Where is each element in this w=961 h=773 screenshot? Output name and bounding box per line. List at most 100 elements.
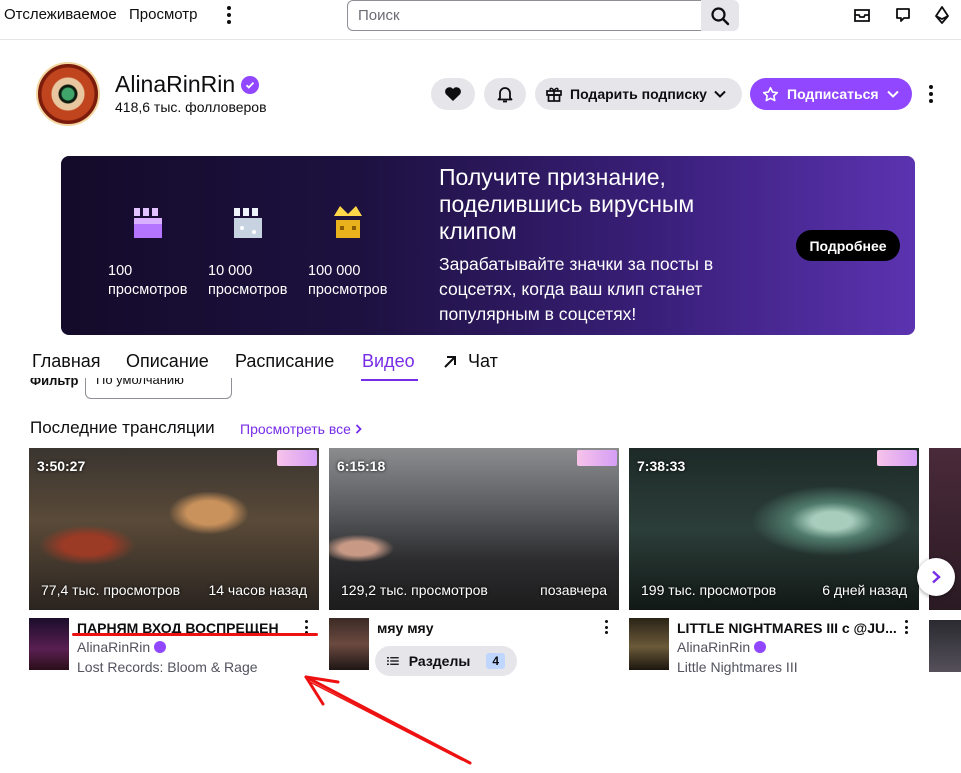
tier-badge-silver: 10 000 просмотров — [208, 202, 298, 300]
video-thumbnail[interactable]: 3:50:27 77,4 тыс. просмотров 14 часов на… — [29, 448, 319, 610]
tier-label: просмотров — [308, 282, 388, 298]
channel-name-row: AlinaRinRin — [115, 71, 260, 98]
chevron-right-icon — [932, 570, 941, 584]
learn-more-button[interactable]: Подробнее — [796, 230, 900, 261]
verified-icon — [241, 75, 260, 94]
tier-count: 10 000 — [208, 263, 253, 279]
video-age: позавчера — [540, 582, 607, 598]
game-cover[interactable] — [29, 618, 69, 670]
view-all-link[interactable]: Просмотреть все — [240, 421, 362, 437]
viral-clip-banner: 100 просмотров 10 000 просмотров 100 000… — [61, 156, 915, 335]
bell-icon — [497, 87, 513, 103]
tier-count: 100 000 — [308, 263, 361, 279]
banner-title: Получите признание, поделившись вирусным… — [439, 164, 695, 244]
video-card[interactable]: 6:15:18 129,2 тыс. просмотров позавчера … — [329, 448, 619, 678]
heart-icon — [445, 87, 461, 101]
video-game[interactable]: Little Nightmares III — [677, 659, 798, 675]
filter-value: По умолчанию — [96, 378, 184, 387]
follow-button[interactable] — [431, 78, 475, 110]
tab-home[interactable]: Главная — [32, 351, 101, 372]
channel-more-icon[interactable] — [924, 84, 938, 104]
thumbnail-badge — [577, 450, 617, 466]
video-title[interactable]: LITTLE NIGHTMARES III с @JU... — [677, 620, 905, 636]
filter-label: Фильтр — [30, 378, 79, 388]
follower-count: 418,6 тыс. фолловеров — [115, 99, 267, 115]
annotation-arrow — [304, 675, 472, 765]
more-menu-icon[interactable] — [222, 5, 236, 25]
clapper-badge-icon — [234, 208, 262, 238]
video-views: 199 тыс. просмотров — [641, 582, 777, 598]
video-meta: LITTLE NIGHTMARES III с @JU... AlinaRinR… — [629, 618, 919, 678]
bits-icon[interactable] — [932, 5, 952, 25]
tier-label: просмотров — [208, 282, 288, 298]
video-views: 77,4 тыс. просмотров — [41, 582, 181, 598]
view-all-label: Просмотреть все — [240, 421, 351, 437]
section-title: Последние трансляции — [30, 418, 215, 437]
search-bar — [347, 0, 739, 31]
clapper-badge-icon — [134, 208, 162, 238]
thumbnail-badge — [877, 450, 917, 466]
tab-videos[interactable]: Видео — [362, 351, 415, 372]
video-age: 14 часов назад — [208, 582, 307, 598]
active-tab-indicator — [361, 379, 418, 381]
chevron-down-icon — [714, 90, 726, 98]
card-more-icon[interactable] — [901, 620, 911, 634]
video-title[interactable]: мяу мяу — [377, 620, 605, 636]
video-views: 129,2 тыс. просмотров — [341, 582, 488, 598]
gift-sub-label: Подарить подписку — [570, 86, 707, 102]
chevron-right-icon — [355, 424, 362, 434]
nav-browse[interactable]: Просмотр — [129, 6, 198, 23]
channel-name[interactable]: AlinaRinRin — [115, 71, 235, 98]
external-arrow-icon — [444, 355, 456, 368]
card-more-icon[interactable] — [301, 620, 311, 634]
game-cover[interactable] — [629, 618, 669, 670]
video-thumbnail[interactable]: 7:38:33 199 тыс. просмотров 6 дней назад — [629, 448, 919, 610]
game-cover-partial[interactable] — [929, 620, 961, 672]
video-thumbnail[interactable]: 6:15:18 129,2 тыс. просмотров позавчера — [329, 448, 619, 610]
chapters-count: 4 — [486, 653, 505, 669]
video-duration: 7:38:33 — [637, 458, 686, 474]
video-age: 6 дней назад — [822, 582, 907, 598]
tier-badge-gold: 100 000 просмотров — [308, 202, 398, 300]
card-more-icon[interactable] — [601, 620, 611, 634]
thumbnail-badge — [277, 450, 317, 466]
verified-icon — [754, 641, 767, 653]
tab-chat[interactable]: Чат — [442, 351, 498, 372]
channel-avatar[interactable] — [36, 62, 100, 126]
carousel-next-button[interactable] — [917, 558, 955, 596]
subscribe-button[interactable]: Подписаться — [750, 78, 912, 110]
crown-clapper-badge-icon — [334, 206, 362, 238]
gift-sub-button[interactable]: Подарить подписку — [535, 78, 742, 110]
tab-schedule[interactable]: Расписание — [235, 351, 334, 372]
star-icon — [762, 86, 779, 101]
top-nav: Отслеживаемое Просмотр — [0, 0, 961, 40]
video-game[interactable]: Lost Records: Bloom & Rage — [77, 659, 258, 675]
tab-about[interactable]: Описание — [126, 351, 209, 372]
video-channel[interactable]: AlinaRinRin — [677, 639, 767, 655]
inbox-icon[interactable] — [852, 5, 872, 25]
subscribe-label: Подписаться — [787, 86, 879, 102]
search-button[interactable] — [701, 0, 739, 31]
video-duration: 3:50:27 — [37, 458, 86, 474]
video-card[interactable]: 7:38:33 199 тыс. просмотров 6 дней назад… — [629, 448, 919, 678]
notifications-button[interactable] — [484, 78, 526, 110]
tier-label: просмотров — [108, 282, 188, 298]
tier-badge-bronze: 100 просмотров — [108, 202, 198, 300]
search-input[interactable] — [347, 0, 701, 31]
chevron-down-icon — [886, 90, 899, 98]
search-icon — [711, 6, 730, 25]
gift-icon — [546, 87, 562, 102]
video-channel-name: AlinaRinRin — [677, 639, 751, 655]
verified-icon — [154, 641, 167, 653]
nav-following[interactable]: Отслеживаемое — [4, 6, 117, 23]
video-channel[interactable]: AlinaRinRin — [77, 639, 167, 655]
whispers-icon[interactable] — [893, 5, 913, 25]
tab-chat-label: Чат — [468, 351, 498, 371]
video-duration: 6:15:18 — [337, 458, 386, 474]
video-card[interactable]: 3:50:27 77,4 тыс. просмотров 14 часов на… — [29, 448, 319, 678]
annotation-underline — [72, 633, 318, 636]
banner-text: Зарабатывайте значки за посты в соцсетях… — [439, 254, 714, 324]
filter-dropdown[interactable]: По умолчанию — [85, 378, 232, 399]
video-channel-name: AlinaRinRin — [77, 639, 151, 655]
tier-count: 100 — [108, 263, 133, 279]
